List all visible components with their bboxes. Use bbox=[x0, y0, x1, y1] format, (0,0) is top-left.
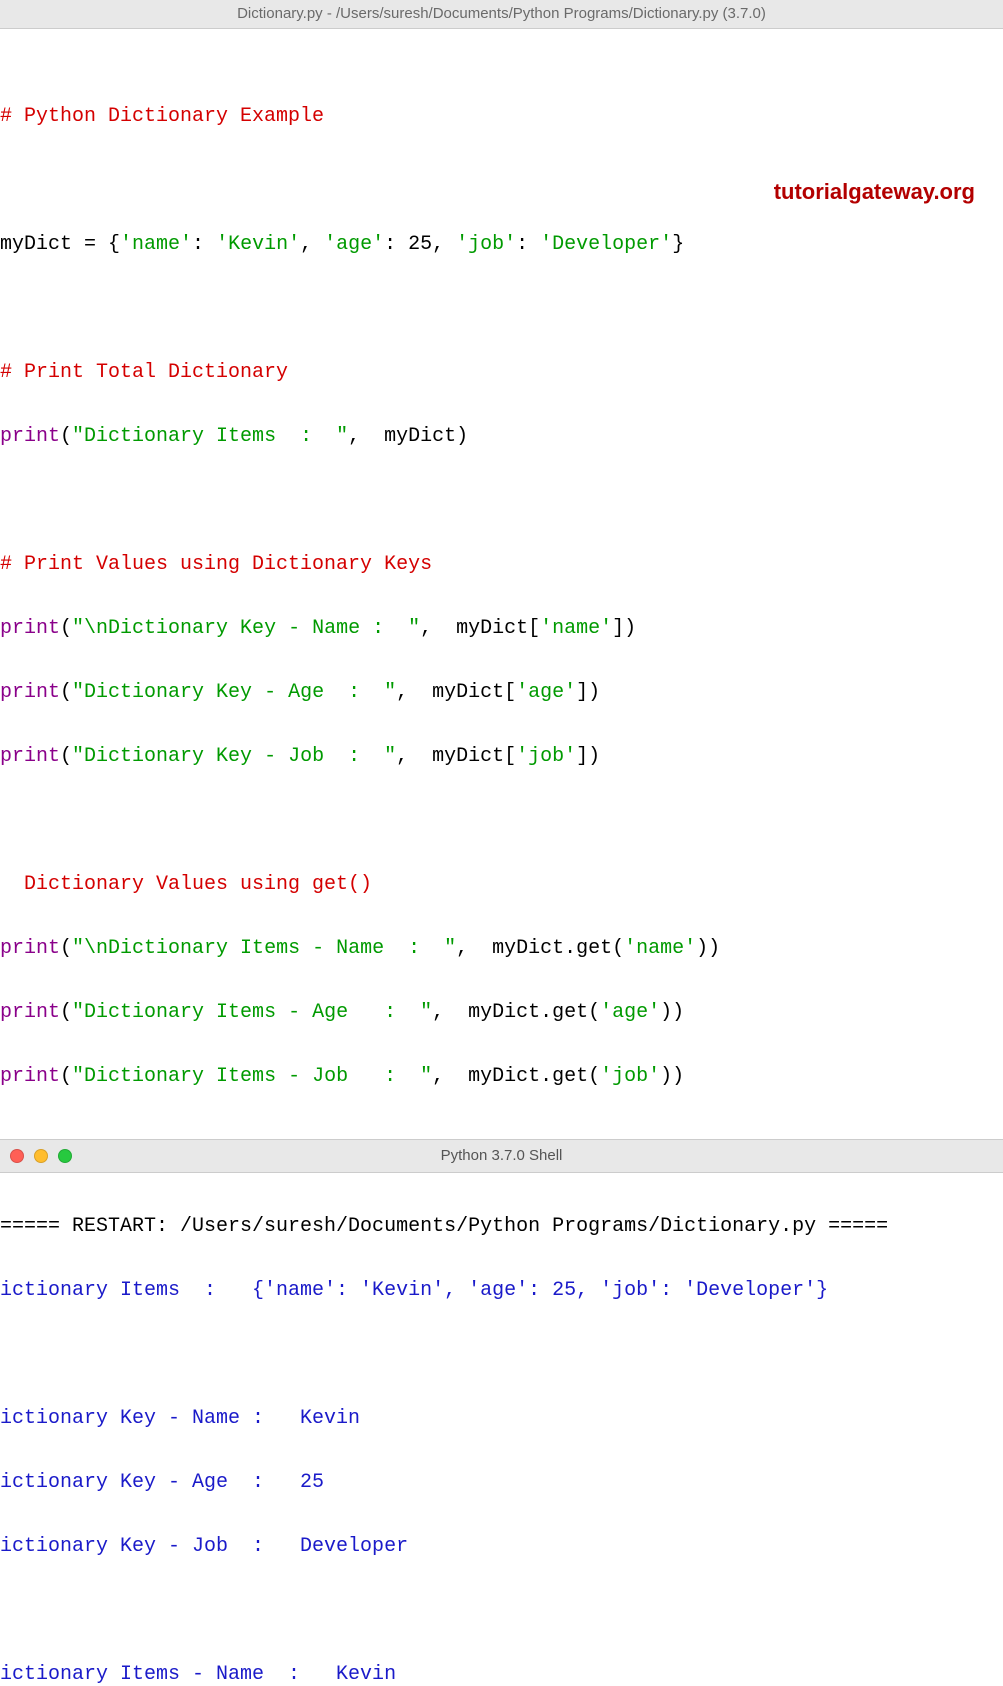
code-line: print("Dictionary Key - Job : ", myDict[… bbox=[0, 741, 1003, 773]
comment: # Print Values using Dictionary Keys bbox=[0, 553, 432, 576]
code-line bbox=[0, 485, 1003, 517]
shell-line: ictionary Key - Job : Developer bbox=[0, 1531, 1003, 1563]
code-line: # Print Values using Dictionary Keys bbox=[0, 549, 1003, 581]
code-line: Dictionary Values using get() bbox=[0, 869, 1003, 901]
code-line: # Print Total Dictionary bbox=[0, 357, 1003, 389]
comment: # Print Total Dictionary bbox=[0, 361, 288, 384]
minimize-icon[interactable] bbox=[34, 1149, 48, 1163]
maximize-icon[interactable] bbox=[58, 1149, 72, 1163]
code-line bbox=[0, 805, 1003, 837]
shell-pane[interactable]: ===== RESTART: /Users/suresh/Documents/P… bbox=[0, 1173, 1003, 1686]
editor-title-bar: Dictionary.py - /Users/suresh/Documents/… bbox=[0, 0, 1003, 29]
shell-title: Python 3.7.0 Shell bbox=[441, 1147, 563, 1164]
shell-line: ictionary Items - Name : Kevin bbox=[0, 1659, 1003, 1686]
shell-line: ictionary Key - Age : 25 bbox=[0, 1467, 1003, 1499]
code-line: # Python Dictionary Example bbox=[0, 101, 1003, 133]
comment: Dictionary Values using get() bbox=[0, 873, 372, 896]
code-line: print("Dictionary Items - Age : ", myDic… bbox=[0, 997, 1003, 1029]
code-line: myDict = {'name': 'Kevin', 'age': 25, 'j… bbox=[0, 229, 1003, 261]
shell-line bbox=[0, 1595, 1003, 1627]
editor-title: Dictionary.py - /Users/suresh/Documents/… bbox=[237, 5, 766, 22]
shell-line: ===== RESTART: /Users/suresh/Documents/P… bbox=[0, 1211, 1003, 1243]
code-line: print("Dictionary Items : ", myDict) bbox=[0, 421, 1003, 453]
editor-pane[interactable]: tutorialgateway.org # Python Dictionary … bbox=[0, 29, 1003, 1139]
shell-line: ictionary Key - Name : Kevin bbox=[0, 1403, 1003, 1435]
code-line: print("Dictionary Items - Job : ", myDic… bbox=[0, 1061, 1003, 1093]
close-icon[interactable] bbox=[10, 1149, 24, 1163]
comment: # Python Dictionary Example bbox=[0, 105, 324, 128]
code-line: print("Dictionary Key - Age : ", myDict[… bbox=[0, 677, 1003, 709]
shell-line: ictionary Items : {'name': 'Kevin', 'age… bbox=[0, 1275, 1003, 1307]
shell-title-bar: Python 3.7.0 Shell bbox=[0, 1139, 1003, 1173]
code-line bbox=[0, 293, 1003, 325]
window-controls bbox=[10, 1149, 72, 1163]
code-line: print("\nDictionary Key - Name : ", myDi… bbox=[0, 613, 1003, 645]
shell-line bbox=[0, 1339, 1003, 1371]
watermark: tutorialgateway.org bbox=[774, 174, 975, 209]
code-line: print("\nDictionary Items - Name : ", my… bbox=[0, 933, 1003, 965]
